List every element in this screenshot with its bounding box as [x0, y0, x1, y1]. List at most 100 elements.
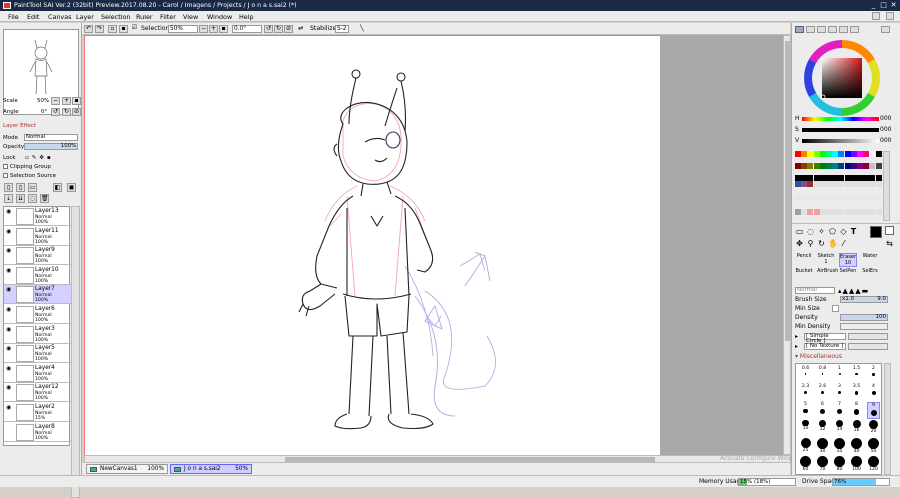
color-swatch[interactable] [875, 181, 882, 187]
flip-icon[interactable]: ⇄ [298, 25, 303, 33]
merge-down-icon[interactable]: ⇊ [16, 194, 25, 203]
brush-tool-selpen[interactable]: SelPen [839, 268, 857, 282]
eye-icon[interactable]: ◉ [6, 248, 12, 254]
zoom-reset-button[interactable]: ▪ [72, 97, 81, 105]
selection-visible-checkbox[interactable]: ☑ [130, 25, 139, 33]
canvas-vertical-scrollbar[interactable] [783, 35, 791, 455]
zoom-out-button[interactable]: − [51, 97, 60, 105]
color-swatch[interactable] [795, 209, 801, 215]
color-swatch[interactable] [850, 151, 857, 157]
menu-window[interactable]: Window [207, 12, 232, 22]
color-swatch[interactable] [875, 195, 882, 201]
brush-tool-pencil[interactable]: Pencil [795, 253, 813, 267]
zoom-in-button[interactable]: + [62, 97, 71, 105]
color-swatch[interactable] [813, 151, 820, 157]
size-preset[interactable]: 120 [867, 456, 880, 473]
redo-button[interactable]: ↷ [95, 25, 104, 33]
color-swatch[interactable] [826, 195, 832, 201]
zoom-select[interactable]: 50% [168, 25, 198, 33]
vertical-scroll-thumb[interactable] [785, 41, 790, 341]
brush-blend-mode-select[interactable]: Normal [795, 287, 835, 294]
color-swatch[interactable] [801, 151, 808, 157]
lasso-icon[interactable]: ◌ [806, 227, 815, 236]
color-swatch[interactable] [863, 151, 870, 157]
eye-icon[interactable]: ◉ [6, 346, 12, 352]
menu-close-icon[interactable] [886, 12, 894, 20]
size-preset[interactable]: 70 [816, 456, 829, 473]
size-preset[interactable]: 1 [833, 366, 846, 383]
clear-layer-icon[interactable]: ◌ [28, 194, 37, 203]
saturation-slider[interactable] [802, 128, 879, 132]
toolbar-zoom-fit-button[interactable]: ▪ [219, 25, 228, 33]
size-preset[interactable]: 9 [867, 402, 880, 419]
menu-file[interactable]: File [8, 12, 19, 22]
blend-mode-select[interactable]: Normal [24, 134, 78, 141]
layer-row[interactable]: ◉ Layer4 Normal 100% [4, 364, 71, 383]
layer-mask-icon[interactable]: ◼ [67, 183, 76, 192]
color-swatch[interactable] [826, 151, 832, 157]
swatch-scrollbar[interactable] [883, 151, 890, 221]
undo-button[interactable]: ↶ [84, 25, 93, 33]
swatches-tab[interactable] [828, 26, 837, 33]
color-swatch[interactable] [807, 195, 814, 201]
color-swatch[interactable] [813, 163, 820, 169]
eyedropper-icon[interactable]: ⁄ [839, 239, 848, 248]
color-swatch[interactable] [850, 195, 857, 201]
menu-help[interactable]: Help [239, 12, 254, 22]
shape-icon[interactable]: ⬠ [828, 227, 837, 236]
menu-layer[interactable]: Layer [76, 12, 94, 22]
color-swatch[interactable] [813, 181, 820, 187]
color-swatch[interactable] [875, 163, 882, 169]
size-preset[interactable]: 4 [867, 384, 880, 401]
color-swatch[interactable] [863, 209, 870, 215]
minimize-button[interactable]: _ [869, 1, 878, 9]
eye-icon[interactable]: ◉ [6, 326, 12, 333]
color-swatch[interactable] [869, 163, 876, 169]
rgb-slider-tab[interactable] [806, 26, 815, 33]
size-preset[interactable]: 35 [833, 438, 846, 455]
size-preset[interactable]: 8 [850, 402, 863, 419]
layer-row[interactable]: ◉ Layer6 Normal 100% [4, 305, 71, 324]
size-preset[interactable]: 60 [799, 456, 812, 473]
brush-tool-water[interactable]: Water [861, 253, 879, 267]
color-swatch[interactable] [819, 151, 826, 157]
color-history-tab[interactable] [850, 26, 859, 33]
color-swatch[interactable] [857, 181, 863, 187]
layer-row[interactable]: ◉ Layer13 Normal 100% [4, 207, 71, 226]
color-swatch[interactable] [795, 163, 801, 169]
color-swatch[interactable] [819, 163, 826, 169]
canvas-paper[interactable] [84, 35, 660, 456]
color-swatch[interactable] [801, 163, 808, 169]
horizontal-scroll-thumb[interactable] [285, 457, 655, 462]
color-swatch[interactable] [832, 151, 839, 157]
color-swatch[interactable] [850, 163, 857, 169]
document-tab-newcanvas1[interactable]: NewCanvas1 100% [86, 464, 168, 474]
color-swatch[interactable] [813, 209, 820, 215]
eye-icon[interactable]: ◉ [6, 405, 12, 411]
color-swatch[interactable] [832, 195, 839, 201]
color-swatch[interactable] [826, 181, 832, 187]
maximize-button[interactable]: □ [879, 1, 888, 9]
size-preset[interactable]: 0.6 [799, 366, 812, 383]
eye-icon[interactable]: ◉ [6, 307, 12, 313]
color-swatch[interactable] [850, 209, 857, 215]
layer-row[interactable]: Layer8 Normal 100% [4, 423, 71, 442]
color-swatch[interactable] [795, 195, 801, 201]
text-icon[interactable]: T [849, 227, 858, 236]
color-swatch[interactable] [850, 181, 857, 187]
color-swatch[interactable] [844, 181, 851, 187]
scratchpad-tab[interactable] [839, 26, 848, 33]
eye-icon[interactable]: ◉ [6, 209, 12, 215]
brush-shape-select[interactable]: [ Simple Circle ] [804, 333, 846, 344]
color-swatch[interactable] [807, 151, 814, 157]
color-swatch[interactable] [807, 209, 814, 215]
color-swatch[interactable] [832, 163, 839, 169]
color-swatch[interactable] [869, 151, 876, 157]
zoom-icon[interactable]: ⚲ [806, 239, 815, 248]
new-folder-icon[interactable]: ▭ [28, 183, 37, 192]
delete-layer-icon[interactable]: 🗑 [40, 194, 49, 203]
eye-icon[interactable]: ◉ [6, 228, 12, 235]
shape-expand-icon[interactable]: ▸ [795, 333, 798, 341]
color-swatch[interactable] [807, 181, 814, 187]
color-swatch[interactable] [838, 151, 845, 157]
